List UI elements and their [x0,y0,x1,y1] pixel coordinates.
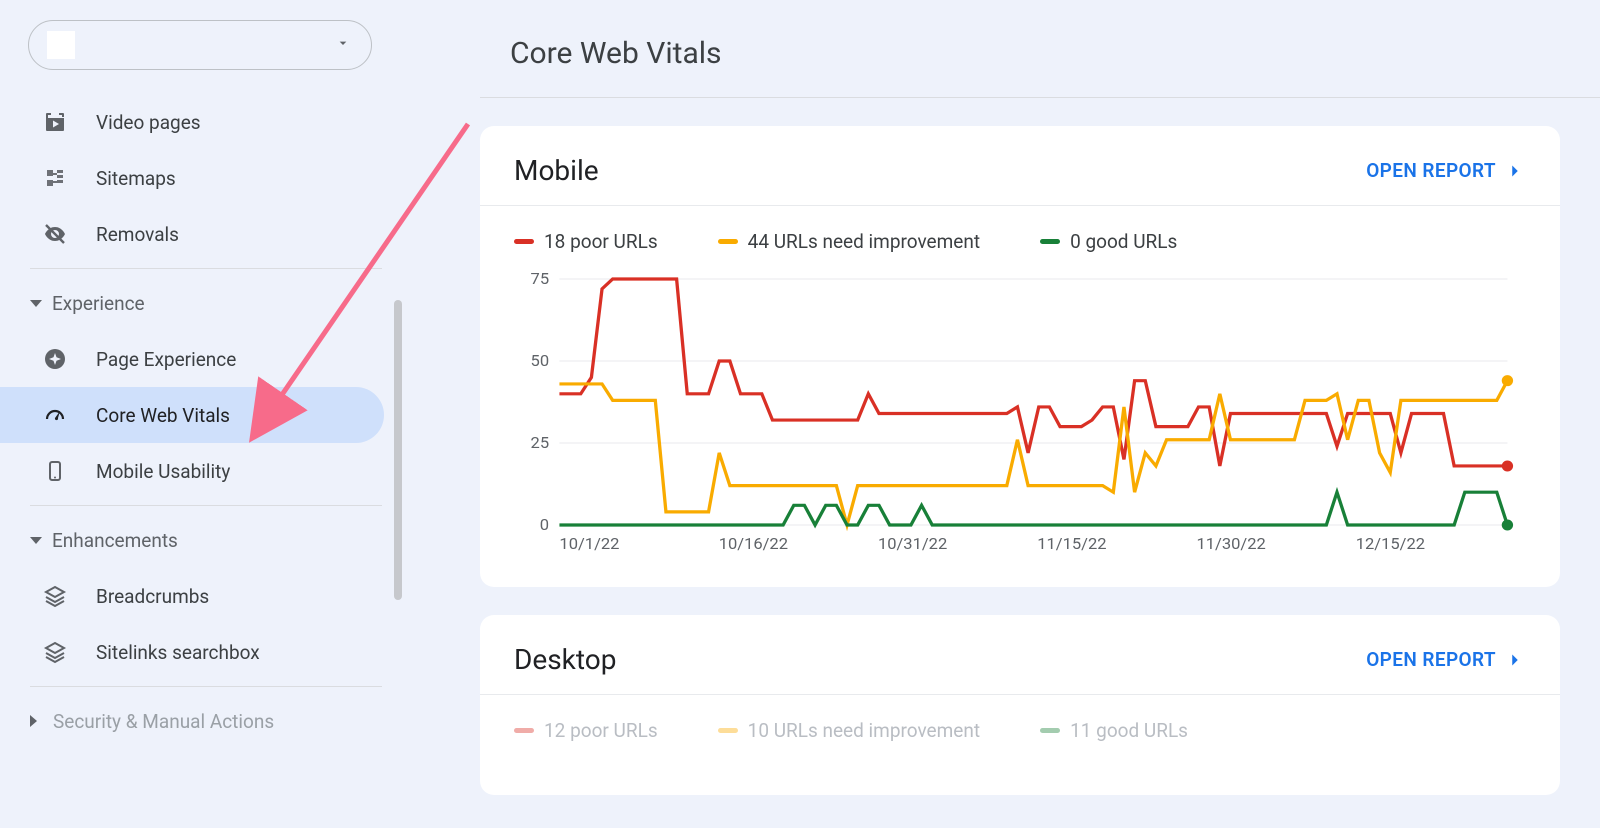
sidebar-scrollbar[interactable] [394,300,402,600]
mobile-chart: 0 25 50 75 10/1/22 10/16/22 10/31/22 11/15/22 11… [480,261,1560,587]
sidebar-item-label: Sitelinks searchbox [96,641,260,664]
caret-right-icon [30,715,43,727]
sidebar-item-label: Video pages [96,111,201,134]
sidebar-item-label: Core Web Vitals [96,404,230,427]
legend-label-poor: 12 poor URLs [544,719,658,742]
sidebar-section-label: Enhancements [52,529,178,552]
legend-swatch-poor [514,239,534,244]
chevron-right-icon [1504,160,1526,182]
sidebar-item-video-pages[interactable]: Video pages [0,94,400,150]
sidebar-item-core-web-vitals[interactable]: Core Web Vitals [0,387,384,443]
video-pages-icon [42,109,68,135]
svg-text:10/16/22: 10/16/22 [719,534,788,553]
svg-text:11/30/22: 11/30/22 [1196,534,1265,553]
sitemaps-icon [42,165,68,191]
sidebar-item-label: Page Experience [96,348,236,371]
sidebar-nav: Video pages Sitemaps Removals Experience [0,94,400,749]
chart-legend: 12 poor URLs 10 URLs need improvement 11… [480,695,1560,750]
legend-label-good: 11 good URLs [1070,719,1188,742]
svg-text:10/1/22: 10/1/22 [559,534,619,553]
open-report-button[interactable]: OPEN REPORT [1366,159,1526,182]
svg-text:0: 0 [540,515,549,534]
svg-text:12/15/22: 12/15/22 [1356,534,1425,553]
legend-label-need: 10 URLs need improvement [748,719,980,742]
legend-swatch-poor [514,728,534,733]
card-title-desktop: Desktop [514,643,616,676]
sidebar: Video pages Sitemaps Removals Experience [0,0,400,828]
property-avatar [47,31,75,59]
sidebar-item-label: Removals [96,223,179,246]
chart-legend: 18 poor URLs 44 URLs need improvement 0 … [480,206,1560,261]
sidebar-item-sitemaps[interactable]: Sitemaps [0,150,400,206]
open-report-label: OPEN REPORT [1366,159,1496,182]
removals-icon [42,221,68,247]
open-report-button[interactable]: OPEN REPORT [1366,648,1526,671]
sidebar-item-page-experience[interactable]: Page Experience [0,331,400,387]
caret-down-icon [30,537,42,544]
chevron-down-icon [335,35,351,55]
svg-text:10/31/22: 10/31/22 [878,534,947,553]
layers-icon [42,639,68,665]
sidebar-section-security[interactable]: Security & Manual Actions [0,693,400,749]
nav-divider [30,505,382,506]
svg-text:75: 75 [531,271,550,288]
sidebar-section-label: Security & Manual Actions [53,710,274,733]
legend-label-need: 44 URLs need improvement [748,230,980,253]
layers-icon [42,583,68,609]
mobile-icon [42,458,68,484]
chevron-right-icon [1504,649,1526,671]
property-selector[interactable] [28,20,372,70]
sidebar-item-label: Breadcrumbs [96,585,209,608]
open-report-label: OPEN REPORT [1366,648,1496,671]
svg-text:25: 25 [531,433,550,452]
nav-divider [30,268,382,269]
sidebar-item-label: Sitemaps [96,167,176,190]
legend-swatch-need [718,728,738,733]
caret-down-icon [30,300,42,307]
desktop-card: Desktop OPEN REPORT 12 poor URLs 10 URLs… [480,615,1560,795]
sidebar-section-label: Experience [52,292,145,315]
nav-divider [30,686,382,687]
legend-swatch-good [1040,728,1060,733]
legend-swatch-good [1040,239,1060,244]
main-content: Core Web Vitals Mobile OPEN REPORT 18 po… [480,0,1600,828]
header-divider [480,97,1600,98]
sidebar-item-removals[interactable]: Removals [0,206,400,262]
speed-icon [42,402,68,428]
svg-text:11/15/22: 11/15/22 [1037,534,1106,553]
legend-label-poor: 18 poor URLs [544,230,658,253]
legend-swatch-need [718,239,738,244]
legend-label-good: 0 good URLs [1070,230,1177,253]
mobile-card: Mobile OPEN REPORT 18 poor URLs 44 URLs … [480,126,1560,587]
svg-text:50: 50 [531,351,550,370]
sidebar-item-label: Mobile Usability [96,460,230,483]
sidebar-item-breadcrumbs[interactable]: Breadcrumbs [0,568,400,624]
sidebar-section-experience[interactable]: Experience [0,275,400,331]
sidebar-item-mobile-usability[interactable]: Mobile Usability [0,443,400,499]
sidebar-section-enhancements[interactable]: Enhancements [0,512,400,568]
card-title-mobile: Mobile [514,154,599,187]
sidebar-item-sitelinks-searchbox[interactable]: Sitelinks searchbox [0,624,400,680]
page-title: Core Web Vitals [480,20,1600,97]
page-experience-icon [42,346,68,372]
